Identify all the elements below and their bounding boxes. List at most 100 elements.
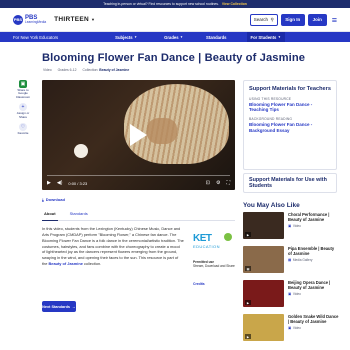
also-like-type-label: Media Gallery bbox=[292, 258, 313, 263]
google-classroom-icon: ▣ bbox=[19, 80, 27, 88]
list-item[interactable]: ▶ Choral Performance | Beauty of Jasmine… bbox=[243, 212, 339, 243]
nav-subjects-label: Subjects bbox=[115, 34, 133, 40]
also-like-info: Golden Snake Wild Dance | Beauty of Jasm… bbox=[288, 314, 339, 345]
nav-grades-label: Grades bbox=[164, 34, 179, 40]
ket-logo-dot bbox=[224, 233, 232, 241]
side-action-label: Share to Google Classroom bbox=[15, 88, 31, 99]
download-label: Download bbox=[45, 197, 65, 202]
video-time: 0:00 / 3:23 bbox=[68, 180, 88, 186]
page-title: Blooming Flower Fan Dance | Beauty of Ja… bbox=[42, 52, 306, 64]
list-item[interactable]: ▶ Golden Snake Wild Dance | Beauty of Ja… bbox=[243, 314, 339, 345]
settings-gear-icon[interactable]: ⚙ bbox=[216, 180, 220, 186]
station-selector[interactable]: THIRTEEN ▼ bbox=[54, 16, 95, 23]
also-like-thumbnail[interactable]: ▶ bbox=[243, 280, 284, 307]
captions-icon[interactable]: ⊡ bbox=[206, 180, 210, 186]
meta-collection-label: Collection: bbox=[82, 68, 99, 72]
volume-icon[interactable]: ◀) bbox=[57, 180, 63, 186]
support-materials-teachers: Support Materials for Teachers USING THI… bbox=[243, 80, 337, 170]
meta-type: Video bbox=[43, 68, 52, 72]
also-like-info: Choral Performance | Beauty of Jasmine ▣… bbox=[288, 212, 339, 243]
permitted-use: Permitted use Stream, Download and Share bbox=[193, 260, 235, 269]
list-item[interactable]: ▦ Pipa Ensemble | Beauty of Jasmine ▦ Med… bbox=[243, 246, 339, 277]
side-actions: ▣ Share to Google Classroom + Assign or … bbox=[13, 80, 33, 136]
also-like-thumbnail[interactable]: ▦ bbox=[243, 246, 284, 273]
gallery-badge-icon: ▦ bbox=[245, 266, 251, 271]
description-body: In this video, students from the Lexingt… bbox=[42, 226, 184, 267]
tab-standards[interactable]: Standards bbox=[68, 211, 90, 220]
also-like-thumbnail[interactable]: ▶ bbox=[243, 314, 284, 341]
also-like-type-label: Video bbox=[292, 292, 301, 297]
download-link[interactable]: ⤓ Download bbox=[42, 197, 65, 202]
download-icon: ⤓ bbox=[42, 197, 44, 202]
also-like-title[interactable]: Pipa Ensemble | Beauty of Jasmine bbox=[288, 246, 339, 256]
also-like-thumbnail[interactable]: ▶ bbox=[243, 212, 284, 239]
nav-for-students[interactable]: For Students ▼ bbox=[246, 32, 285, 42]
also-like-type-label: Video bbox=[292, 326, 301, 331]
resource-tabs: About Standards bbox=[42, 211, 235, 221]
video-badge-icon: ▶ bbox=[245, 334, 251, 339]
heart-icon: ♡ bbox=[19, 123, 27, 132]
list-item[interactable]: ▶ Beijing Opera Dance | Beauty of Jasmin… bbox=[243, 280, 339, 311]
assign-share-button[interactable]: + Assign or Share bbox=[13, 103, 33, 119]
search-button[interactable]: Search ⚲ bbox=[249, 13, 278, 26]
also-like-title[interactable]: Golden Snake Wild Dance | Beauty of Jasm… bbox=[288, 314, 339, 324]
teaching-tips-link[interactable]: Blooming Flower Fan Dance - Teaching Tip… bbox=[249, 102, 331, 113]
fullscreen-icon[interactable]: ⛶ bbox=[226, 180, 230, 186]
ket-logo-sub: EDUCATION bbox=[193, 244, 220, 249]
announcement-cta-link[interactable]: View Collection bbox=[222, 2, 247, 6]
site-header: PBS PBS LearningMedia THIRTEEN ▼ Search … bbox=[0, 8, 350, 32]
background-essay-link[interactable]: Blooming Flower Fan Dance - Background E… bbox=[249, 122, 331, 133]
collection-link[interactable]: Beauty of Jasmine bbox=[49, 261, 83, 266]
also-like-type-label: Video bbox=[292, 224, 301, 229]
sign-in-button[interactable]: Sign In bbox=[280, 13, 305, 26]
main-nav: For New York Educators Subjects ▼ Grades… bbox=[0, 32, 350, 42]
search-icon: ⚲ bbox=[270, 16, 274, 22]
also-like-type: ▣ Video bbox=[288, 224, 339, 228]
tab-about[interactable]: About bbox=[42, 211, 58, 221]
meta-collection: Collection: Beauty of Jasmine bbox=[82, 68, 129, 72]
also-like-title[interactable]: Choral Performance | Beauty of Jasmine bbox=[288, 212, 339, 222]
menu-icon[interactable]: ≡ bbox=[332, 15, 337, 25]
meta-grades: Grades 6-12 bbox=[57, 68, 77, 72]
chevron-down-icon: ▼ bbox=[180, 35, 184, 39]
chevron-down-icon: ▼ bbox=[277, 35, 281, 39]
nav-grades[interactable]: Grades ▼ bbox=[164, 35, 183, 40]
support-section-label: USING THIS RESOURCE bbox=[249, 96, 292, 101]
pbs-logo-icon: PBS bbox=[13, 14, 23, 25]
announcement-bar: Teaching in-person or virtual? Find reso… bbox=[0, 0, 350, 8]
resource-description: In this video, students from the Lexingt… bbox=[42, 226, 184, 267]
gallery-icon: ▦ bbox=[288, 258, 292, 263]
also-like-type: ▦ Media Gallery bbox=[288, 258, 339, 262]
video-icon: ▣ bbox=[288, 292, 292, 297]
also-like-heading: You May Also Like bbox=[243, 202, 300, 209]
pbs-logo[interactable]: PBS PBS LearningMedia bbox=[13, 14, 46, 25]
play-button-icon[interactable]: ▶ bbox=[47, 180, 51, 186]
station-name: THIRTEEN bbox=[54, 16, 89, 23]
nav-for-students-label: For Students bbox=[250, 34, 277, 40]
play-icon[interactable] bbox=[130, 124, 147, 146]
announcement-text: Teaching in-person or virtual? Find reso… bbox=[103, 2, 219, 6]
video-player[interactable]: ▶ ◀) 0:00 / 3:23 ⊡ ⚙ ⛶ bbox=[42, 80, 235, 190]
plus-icon: + bbox=[19, 103, 27, 112]
nav-standards[interactable]: Standards bbox=[206, 35, 226, 40]
support-materials-students[interactable]: Support Materials for Use with Students bbox=[243, 173, 337, 193]
resource-meta: Video Grades 6-12 Collection: Beauty of … bbox=[43, 68, 129, 72]
credits-link[interactable]: Credits bbox=[193, 282, 205, 286]
also-like-title[interactable]: Beijing Opera Dance | Beauty of Jasmine bbox=[288, 280, 339, 290]
share-google-classroom-button[interactable]: ▣ Share to Google Classroom bbox=[13, 80, 33, 99]
next-standards-button[interactable]: Next Standards → bbox=[42, 301, 76, 312]
meta-collection-link[interactable]: Beauty of Jasmine bbox=[99, 68, 129, 72]
logo-text: PBS LearningMedia bbox=[25, 15, 46, 24]
nav-audience[interactable]: For New York Educators bbox=[13, 35, 58, 40]
join-button[interactable]: Join bbox=[307, 13, 327, 26]
arrow-right-icon: → bbox=[72, 304, 76, 309]
video-frame-flower bbox=[74, 144, 88, 158]
favorite-button[interactable]: ♡ Favorite bbox=[18, 123, 28, 135]
permitted-text: Stream, Download and Share bbox=[193, 264, 235, 269]
nav-subjects[interactable]: Subjects ▼ bbox=[115, 35, 137, 40]
also-like-info: Pipa Ensemble | Beauty of Jasmine ▦ Media… bbox=[288, 246, 339, 277]
header-actions: Search ⚲ Sign In Join ≡ bbox=[249, 13, 337, 26]
next-button-label: Next Standards bbox=[42, 304, 71, 309]
logo-line2: LearningMedia bbox=[25, 19, 47, 24]
also-like-list: ▶ Choral Performance | Beauty of Jasmine… bbox=[243, 212, 339, 348]
